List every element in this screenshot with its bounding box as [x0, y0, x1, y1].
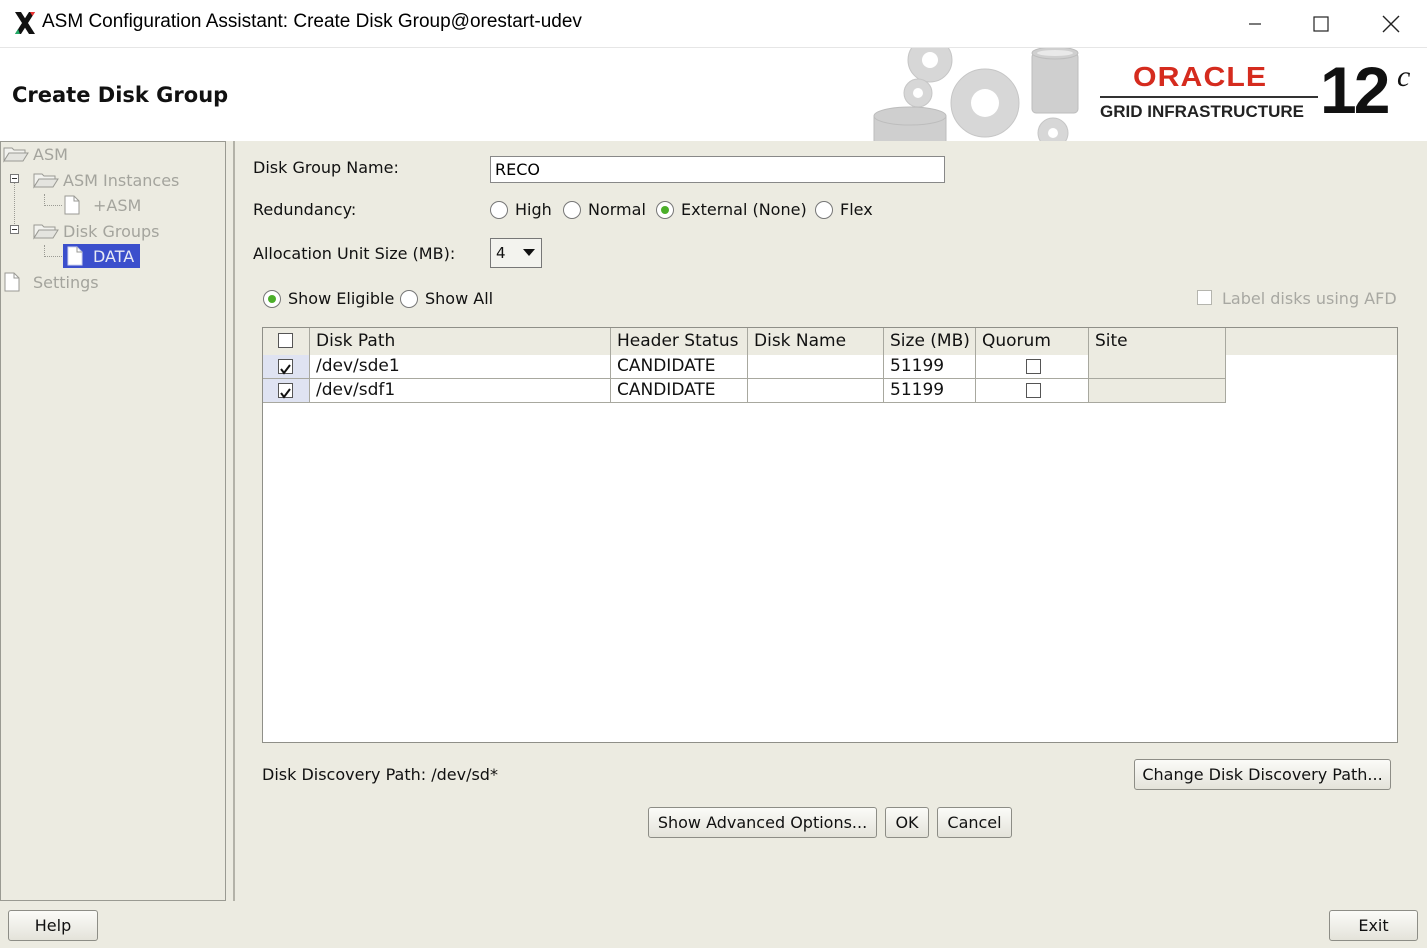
help-button[interactable]: Help — [8, 910, 98, 941]
x-logo-icon — [15, 12, 35, 34]
tree-label: Disk Groups — [63, 221, 160, 241]
redundancy-external-radio[interactable] — [656, 201, 674, 219]
column-header-quorum[interactable]: Quorum — [976, 328, 1089, 355]
size-cell: 51199 — [884, 355, 976, 379]
tree-item-asm-instances[interactable]: ASM Instances — [33, 169, 179, 191]
show-eligible-radio[interactable] — [263, 290, 281, 308]
disk-name-cell[interactable] — [748, 379, 884, 403]
disk-group-name-label: Disk Group Name: — [253, 158, 399, 177]
row-checkbox[interactable] — [278, 383, 293, 399]
size-cell: 51199 — [884, 379, 976, 403]
redundancy-high-label: High — [515, 200, 552, 219]
tree-label: ASM Instances — [63, 170, 180, 190]
collapse-toggle-icon[interactable] — [10, 174, 19, 183]
minimize-icon — [1249, 22, 1261, 25]
afd-label-checkbox[interactable] — [1197, 290, 1212, 305]
show-all-label: Show All — [425, 289, 494, 308]
redundancy-high-radio[interactable] — [490, 201, 508, 219]
gears-decoration-icon — [873, 48, 1079, 141]
tree-label: +ASM — [93, 195, 142, 215]
version-superscript: c — [1397, 60, 1411, 93]
tree-item-asm[interactable]: ASM — [3, 143, 68, 165]
header-status-cell: CANDIDATE — [611, 355, 748, 379]
discovery-path-label: Disk Discovery Path: /dev/sd* — [262, 765, 498, 784]
allocation-unit-value: 4 — [496, 244, 506, 262]
title-bar: ASM Configuration Assistant: Create Disk… — [0, 0, 1427, 47]
close-button[interactable] — [1356, 0, 1426, 47]
select-all-checkbox[interactable] — [278, 333, 293, 348]
column-header-size[interactable]: Size (MB) — [884, 328, 976, 355]
folder-open-icon — [3, 147, 29, 163]
header-status-cell: CANDIDATE — [611, 379, 748, 403]
navigation-tree: ASM ASM Instances +ASM Disk Groups DATA … — [0, 141, 226, 901]
tree-label: Settings — [33, 272, 99, 292]
checkmark-icon — [280, 388, 291, 399]
logo-divider — [1100, 96, 1318, 98]
minimize-button[interactable] — [1220, 0, 1290, 47]
window-title: ASM Configuration Assistant: Create Disk… — [42, 11, 582, 32]
oracle-logo: ORACLE — [1133, 61, 1268, 92]
tree-item-disk-groups[interactable]: Disk Groups — [33, 220, 160, 242]
quorum-cell — [976, 355, 1089, 379]
close-icon — [1382, 15, 1400, 32]
collapse-toggle-icon[interactable] — [10, 225, 19, 234]
tree-item-plus-asm[interactable]: +ASM — [63, 194, 141, 216]
maximize-icon — [1313, 15, 1329, 32]
tree-label: DATA — [93, 246, 135, 266]
redundancy-normal-radio[interactable] — [563, 201, 581, 219]
disk-path-cell[interactable]: /dev/sdf1 — [310, 379, 611, 403]
document-icon — [4, 272, 20, 292]
quorum-checkbox[interactable] — [1026, 383, 1041, 398]
site-cell — [1089, 379, 1226, 403]
show-eligible-label: Show Eligible — [288, 289, 395, 308]
splitter[interactable] — [233, 141, 235, 901]
change-discovery-path-button[interactable]: Change Disk Discovery Path... — [1134, 759, 1391, 790]
redundancy-label: Redundancy: — [253, 200, 357, 219]
allocation-unit-select[interactable]: 4 — [490, 238, 542, 268]
quorum-cell — [976, 379, 1089, 403]
tree-label: ASM — [33, 144, 68, 164]
redundancy-flex-label: Flex — [840, 200, 873, 219]
chevron-down-icon — [523, 249, 535, 256]
table-row-select-cell — [263, 355, 310, 379]
version-number: 12 — [1320, 53, 1390, 127]
disk-name-cell[interactable] — [748, 355, 884, 379]
maximize-button[interactable] — [1286, 0, 1356, 47]
document-icon — [64, 195, 80, 215]
column-header-disk-path[interactable]: Disk Path — [310, 328, 611, 355]
show-advanced-options-button[interactable]: Show Advanced Options... — [648, 807, 877, 838]
table-row-select-cell — [263, 379, 310, 403]
redundancy-normal-label: Normal — [588, 200, 646, 219]
column-header-header-status[interactable]: Header Status — [611, 328, 748, 355]
folder-open-icon — [33, 173, 59, 189]
cancel-button[interactable]: Cancel — [937, 807, 1012, 838]
checkmark-icon — [280, 364, 291, 375]
quorum-checkbox[interactable] — [1026, 359, 1041, 374]
redundancy-external-label: External (None) — [681, 200, 807, 219]
folder-open-icon — [33, 224, 59, 240]
row-checkbox[interactable] — [278, 359, 293, 375]
header-banner: Create Disk Group ORACLE GRID INFRASTRUC… — [0, 47, 1427, 141]
disk-group-name-input[interactable] — [490, 156, 945, 183]
site-cell — [1089, 355, 1226, 379]
product-name: GRID INFRASTRUCTURE — [1100, 102, 1304, 121]
select-all-header — [263, 328, 310, 355]
disk-table: Disk Path Header Status Disk Name Size (… — [262, 327, 1398, 743]
afd-label-text: Label disks using AFD — [1222, 289, 1397, 308]
column-header-disk-name[interactable]: Disk Name — [748, 328, 884, 355]
column-header-site[interactable]: Site — [1089, 328, 1226, 355]
show-all-radio[interactable] — [400, 290, 418, 308]
tree-item-data[interactable]: DATA — [63, 244, 141, 268]
exit-button[interactable]: Exit — [1329, 910, 1418, 941]
page-title: Create Disk Group — [12, 83, 229, 107]
allocation-unit-label: Allocation Unit Size (MB): — [253, 244, 456, 263]
document-icon — [67, 246, 83, 266]
disk-path-cell[interactable]: /dev/sde1 — [310, 355, 611, 379]
ok-button[interactable]: OK — [885, 807, 929, 838]
tree-item-settings[interactable]: Settings — [3, 271, 99, 293]
redundancy-flex-radio[interactable] — [815, 201, 833, 219]
